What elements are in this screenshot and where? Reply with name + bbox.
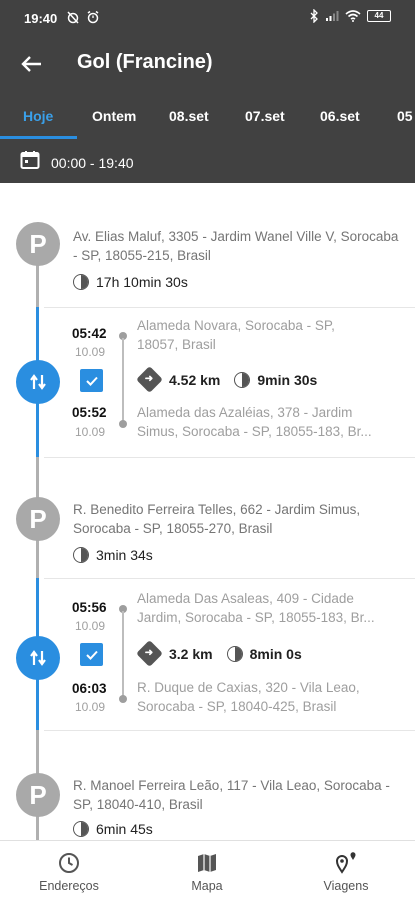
trip-end-dot (119, 695, 127, 703)
trip-icon (16, 636, 60, 680)
nav-trips[interactable]: Viagens (277, 841, 415, 900)
alarm-icon (87, 10, 99, 24)
trip-end-date: 10.09 (75, 425, 106, 439)
back-arrow-icon[interactable] (16, 48, 48, 80)
stop-duration: 17h 10min 30s (96, 274, 188, 290)
duration-icon (226, 645, 243, 662)
trip-distance: 4.52 km (169, 371, 221, 388)
signal-icon (326, 11, 339, 21)
top-app-bar: Gol (Francine) (0, 38, 415, 90)
stop-duration: 3min 34s (96, 547, 153, 563)
tab-07-set[interactable]: 07.set (245, 108, 285, 124)
route-pin-icon (335, 852, 356, 874)
stop-duration: 6min 45s (96, 821, 153, 837)
duration-icon (73, 547, 89, 563)
duration-icon (73, 821, 89, 837)
trip-duration: 9min 30s (257, 371, 318, 388)
trip-start-time: 05:42 (72, 326, 107, 341)
tab-yesterday[interactable]: Ontem (92, 108, 136, 124)
parking-icon: P (16, 773, 60, 817)
tab-05-set[interactable]: 05 (397, 108, 413, 124)
parking-icon: P (16, 497, 60, 541)
nav-label: Mapa (191, 879, 223, 893)
date-range-selector[interactable]: 00:00 - 19:40 (0, 140, 415, 183)
nav-label: Endereços (39, 879, 99, 893)
divider (44, 578, 415, 579)
trip-checkbox[interactable] (80, 369, 103, 392)
trip-end-date: 10.09 (75, 700, 106, 714)
calendar-icon (20, 151, 40, 169)
bottom-navigation: Endereços Mapa Viagens (0, 840, 415, 900)
stop-address: Av. Elias Maluf, 3305 - Jardim Wanel Vil… (73, 229, 399, 263)
page-title: Gol (Francine) (77, 51, 213, 73)
trip-stats: ➜ 4.52 km 9min 30s (136, 366, 318, 393)
stop-address: R. Manoel Ferreira Leão, 117 - Vila Leao… (73, 778, 390, 812)
nav-label: Viagens (323, 879, 369, 893)
trip-icon (16, 360, 60, 404)
trip-end-address: Alameda das Azaléias, 378 - Jardim Simus… (137, 405, 372, 439)
nav-addresses[interactable]: Endereços (0, 841, 138, 900)
app-header: 19:40 44 Gol (Francine) Hoje Ontem 08.se… (0, 0, 415, 183)
trip-connector (122, 338, 124, 422)
checkmark-icon (85, 376, 98, 386)
trip-start-time: 05:56 (72, 600, 107, 615)
divider (44, 730, 415, 731)
wifi-icon (345, 10, 361, 22)
date-range-text: 00:00 - 19:40 (51, 155, 134, 171)
duration-icon (234, 371, 251, 388)
active-tab-indicator (0, 136, 77, 139)
alarm-off-icon (67, 11, 79, 24)
bluetooth-icon (310, 9, 318, 23)
route-distance-icon: ➜ (136, 366, 163, 393)
day-tabs: Hoje Ontem 08.set 07.set 06.set 05 (0, 96, 415, 140)
battery-indicator: 44 (367, 10, 391, 22)
status-bar: 19:40 44 (0, 0, 415, 36)
trip-start-address: Alameda Das Asaleas, 409 - Cidade Jardim… (137, 591, 375, 625)
trip-distance: 3.2 km (169, 645, 213, 662)
clock-icon (59, 853, 79, 873)
trip-timeline: P Av. Elias Maluf, 3305 - Jardim Wanel V… (0, 183, 415, 840)
trip-connector (122, 611, 124, 697)
parking-icon: P (16, 222, 60, 266)
route-distance-icon: ➜ (136, 640, 163, 667)
trip-start-date: 10.09 (75, 345, 106, 359)
map-icon (198, 854, 216, 872)
divider (44, 457, 415, 458)
trip-checkbox[interactable] (80, 643, 103, 666)
tab-today[interactable]: Hoje (23, 108, 53, 124)
swap-route-icon (30, 374, 46, 390)
trip-end-dot (119, 420, 127, 428)
checkmark-icon (85, 650, 98, 660)
trip-stats: ➜ 3.2 km 8min 0s (136, 640, 302, 667)
trip-duration: 8min 0s (249, 645, 302, 662)
divider (44, 307, 415, 308)
tab-08-set[interactable]: 08.set (169, 108, 209, 124)
stop-address: R. Benedito Ferreira Telles, 662 - Jardi… (73, 502, 361, 536)
nav-map[interactable]: Mapa (138, 841, 276, 900)
duration-icon (73, 274, 89, 290)
trip-end-time: 06:03 (72, 681, 107, 696)
status-time: 19:40 (24, 11, 58, 26)
swap-route-icon (30, 650, 46, 666)
trip-end-time: 05:52 (72, 405, 107, 420)
trip-start-date: 10.09 (75, 619, 106, 633)
trip-start-address: Alameda Novara, Sorocaba - SP, 18057, Br… (137, 318, 335, 352)
trip-end-address: R. Duque de Caxias, 320 - Vila Leao, Sor… (137, 680, 360, 714)
tab-06-set[interactable]: 06.set (320, 108, 360, 124)
